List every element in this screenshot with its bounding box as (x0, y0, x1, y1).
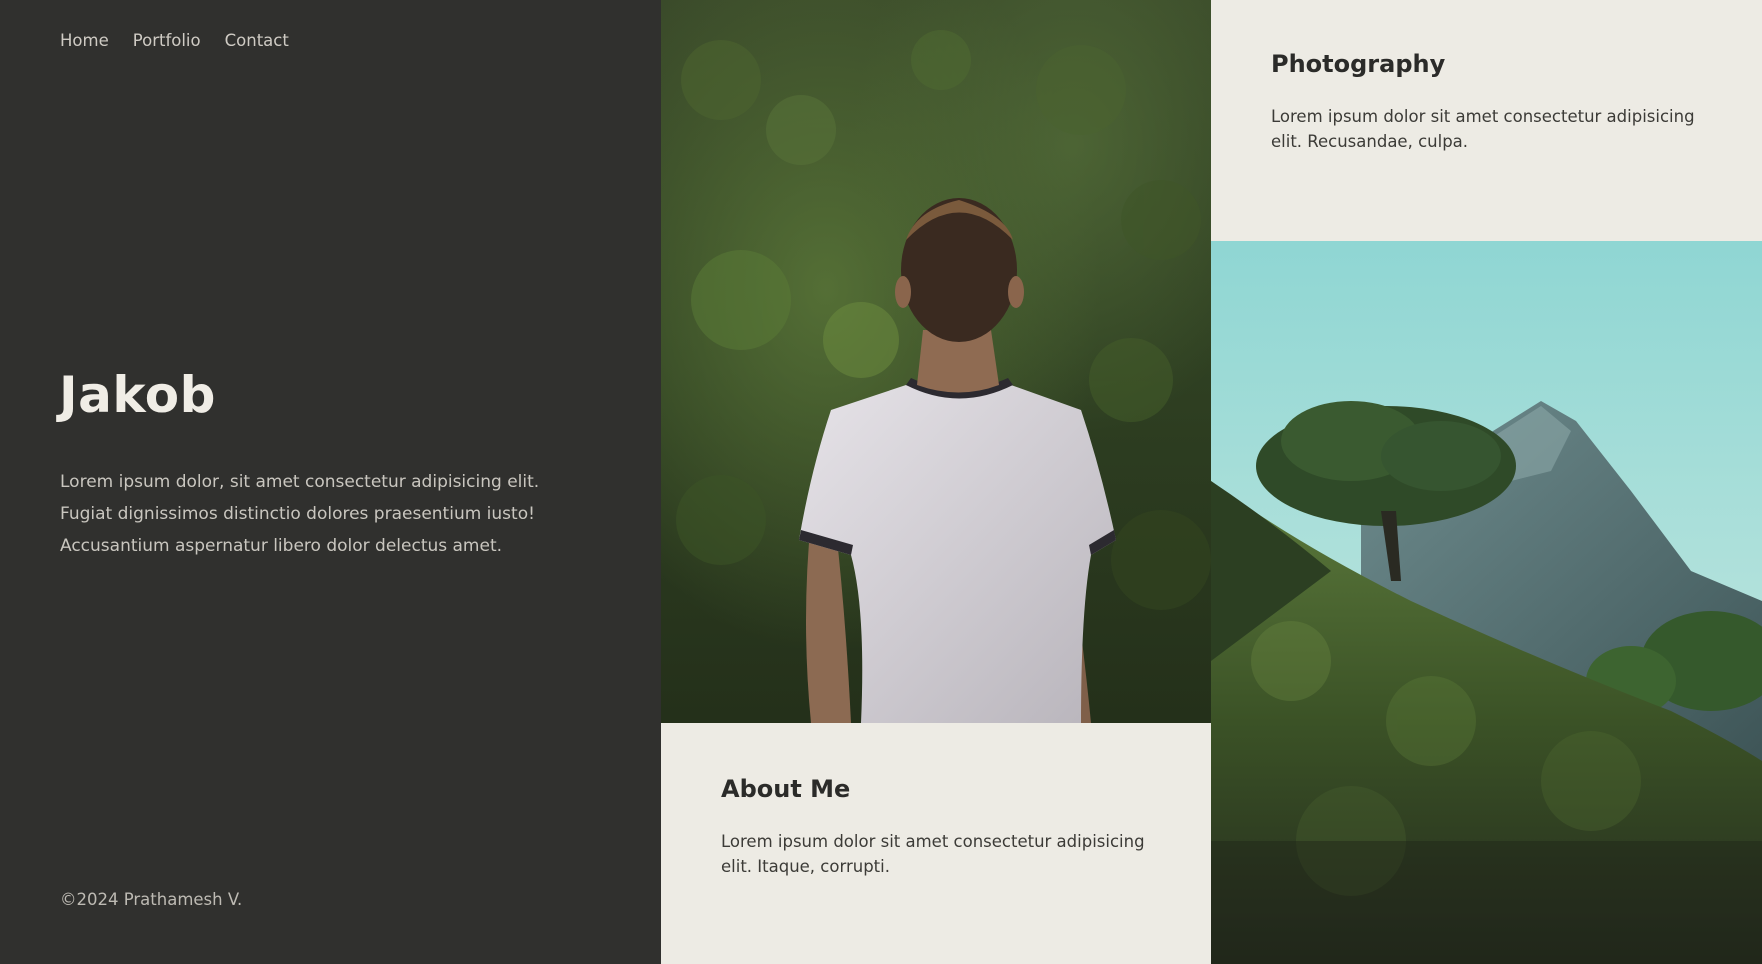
photography-card: Photography Lorem ipsum dolor sit amet c… (1211, 0, 1762, 241)
about-card: About Me Lorem ipsum dolor sit amet cons… (661, 723, 1211, 964)
nav-link-home[interactable]: Home (60, 31, 109, 50)
nav-link-contact[interactable]: Contact (225, 31, 289, 50)
page-layout: Home Portfolio Contact Jakob Lorem ipsum… (0, 0, 1762, 964)
intro-panel: Home Portfolio Contact Jakob Lorem ipsum… (0, 0, 661, 964)
photography-text: Lorem ipsum dolor sit amet consectetur a… (1271, 107, 1695, 151)
hero-description: Lorem ipsum dolor, sit amet consectetur … (60, 472, 540, 556)
hero-title: Jakob (59, 366, 216, 424)
main-nav: Home Portfolio Contact (60, 31, 289, 50)
mountain-photo (1211, 241, 1762, 964)
about-title: About Me (721, 775, 851, 803)
about-text: Lorem ipsum dolor sit amet consectetur a… (721, 832, 1145, 876)
person-forest-photo (661, 0, 1211, 723)
copyright-text: ©2024 Prathamesh V. (60, 890, 243, 909)
nav-link-portfolio[interactable]: Portfolio (133, 31, 201, 50)
photography-title: Photography (1271, 50, 1446, 78)
